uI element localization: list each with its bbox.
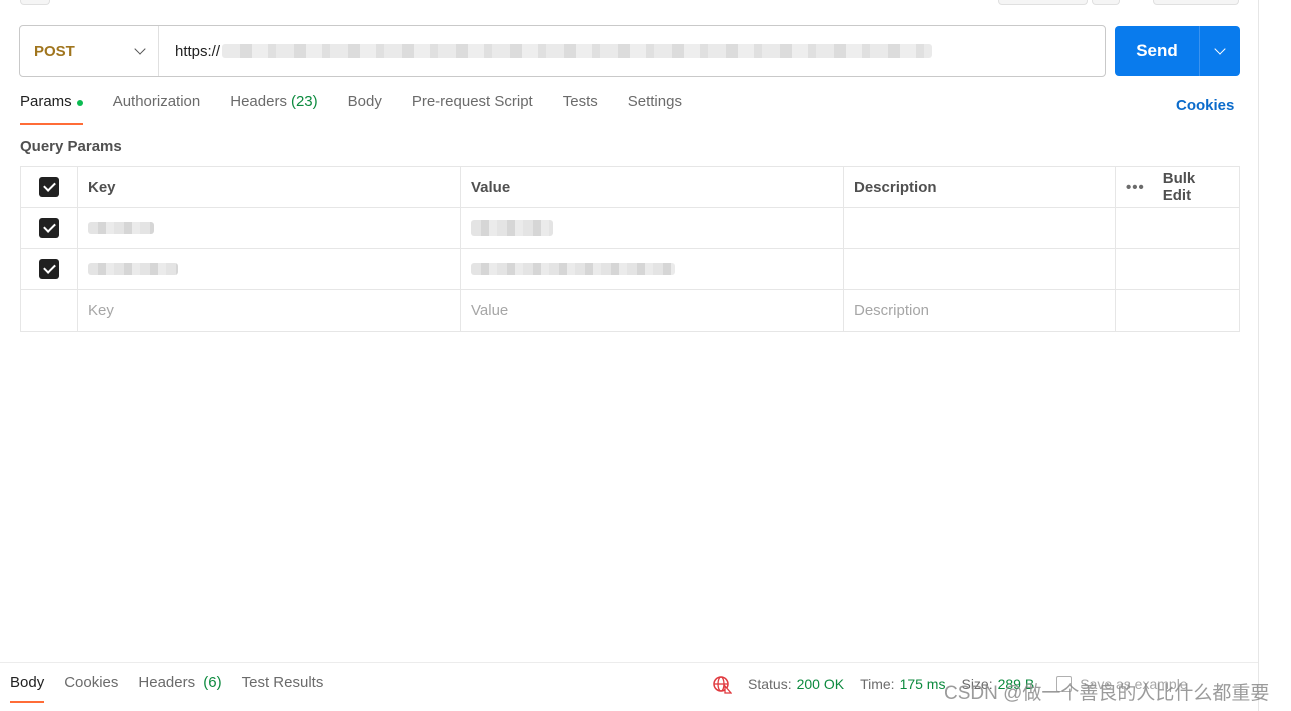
top-toolbar-stub bbox=[1092, 0, 1120, 5]
watermark: CSDN @做一个善良的人比什么都重要 bbox=[944, 683, 1270, 704]
top-toolbar-stub bbox=[20, 0, 50, 5]
redacted-value bbox=[471, 220, 553, 236]
param-value-cell[interactable] bbox=[461, 208, 844, 248]
query-params-table: Key Value Description ••• Bulk Edit Key … bbox=[20, 166, 1240, 332]
tab-label: Authorization bbox=[112, 93, 201, 110]
tab-label: Body bbox=[347, 93, 382, 110]
row-actions-cell bbox=[1116, 208, 1239, 248]
table-actions-cell: ••• Bulk Edit bbox=[1116, 167, 1239, 207]
tab-label: Headers bbox=[138, 674, 196, 691]
tab-pre-request-script[interactable]: Pre-request Script bbox=[412, 93, 533, 125]
column-header-description: Description bbox=[844, 167, 1116, 207]
method-label: POST bbox=[34, 42, 75, 60]
response-tab-headers[interactable]: Headers (6) bbox=[138, 674, 221, 703]
request-tabs: Params Authorization Headers (23) Body Pr… bbox=[20, 93, 712, 125]
tab-params[interactable]: Params bbox=[20, 93, 83, 125]
method-select[interactable]: POST bbox=[20, 26, 159, 76]
chevron-down-icon bbox=[1214, 43, 1226, 55]
row-checkbox-cell bbox=[21, 290, 78, 331]
redacted-value bbox=[471, 263, 675, 275]
tab-label: Headers bbox=[230, 93, 287, 110]
time-value: 175 ms bbox=[899, 676, 946, 692]
send-button-group: Send bbox=[1115, 26, 1240, 76]
tab-label: Tests bbox=[562, 93, 598, 110]
new-description-input[interactable]: Description bbox=[844, 290, 1116, 331]
redacted-url bbox=[222, 44, 933, 58]
top-toolbar-stub bbox=[1153, 0, 1239, 5]
table-header-row: Key Value Description ••• Bulk Edit bbox=[21, 167, 1239, 208]
param-value-cell[interactable] bbox=[461, 249, 844, 289]
param-description-cell[interactable] bbox=[844, 249, 1116, 289]
request-url-bar: POST https:// bbox=[19, 25, 1106, 77]
row-checkbox-cell bbox=[21, 249, 78, 289]
param-key-cell[interactable] bbox=[78, 208, 461, 248]
tab-label: Test Results bbox=[241, 674, 324, 691]
url-input[interactable]: https:// bbox=[159, 26, 1105, 76]
network-globe-icon[interactable] bbox=[712, 674, 732, 694]
row-checkbox-cell bbox=[21, 208, 78, 248]
tab-label: Settings bbox=[627, 93, 682, 110]
send-options-dropdown[interactable] bbox=[1200, 26, 1240, 76]
query-params-title: Query Params bbox=[20, 138, 122, 155]
param-key-cell[interactable] bbox=[78, 249, 461, 289]
tab-body[interactable]: Body bbox=[348, 93, 382, 125]
chevron-down-icon bbox=[134, 43, 146, 55]
row-actions-cell bbox=[1116, 290, 1239, 331]
top-toolbar-stub bbox=[998, 0, 1088, 5]
url-text: https:// bbox=[175, 42, 221, 60]
param-description-cell[interactable] bbox=[844, 208, 1116, 248]
send-button[interactable]: Send bbox=[1115, 26, 1199, 76]
response-tab-cookies[interactable]: Cookies bbox=[64, 674, 118, 703]
redacted-key bbox=[88, 263, 178, 275]
status-label: Status: bbox=[748, 676, 792, 692]
response-tab-body[interactable]: Body bbox=[10, 674, 45, 703]
more-options-icon[interactable]: ••• bbox=[1126, 179, 1145, 196]
table-row bbox=[21, 208, 1239, 249]
header-checkbox-cell bbox=[21, 167, 78, 207]
column-header-key: Key bbox=[78, 167, 461, 207]
row-enable-checkbox[interactable] bbox=[39, 218, 59, 238]
redacted-key bbox=[88, 222, 154, 234]
tab-label: Cookies bbox=[64, 674, 119, 691]
right-divider bbox=[1258, 0, 1259, 711]
tab-label: Params bbox=[20, 93, 72, 110]
tab-settings[interactable]: Settings bbox=[628, 93, 682, 125]
select-all-checkbox[interactable] bbox=[39, 177, 59, 197]
table-row bbox=[21, 249, 1239, 290]
tab-headers[interactable]: Headers (23) bbox=[230, 93, 317, 125]
column-header-value: Value bbox=[461, 167, 844, 207]
new-value-input[interactable]: Value bbox=[461, 290, 844, 331]
tab-label: Body bbox=[10, 674, 45, 691]
params-indicator-dot bbox=[76, 100, 83, 106]
response-divider bbox=[0, 662, 1258, 663]
headers-count: (23) bbox=[290, 93, 318, 110]
new-key-input[interactable]: Key bbox=[78, 290, 461, 331]
row-enable-checkbox[interactable] bbox=[39, 259, 59, 279]
time-label: Time: bbox=[860, 676, 895, 692]
headers-count: (6) bbox=[203, 674, 222, 691]
table-row-new: Key Value Description bbox=[21, 290, 1239, 331]
cookies-link[interactable]: Cookies bbox=[1176, 97, 1234, 114]
bulk-edit-button[interactable]: Bulk Edit bbox=[1163, 170, 1223, 204]
response-tabs: Body Cookies Headers (6) Test Results bbox=[10, 674, 343, 703]
status-value: 200 OK bbox=[796, 676, 845, 692]
tab-label: Pre-request Script bbox=[411, 93, 533, 110]
tab-tests[interactable]: Tests bbox=[563, 93, 598, 125]
row-actions-cell bbox=[1116, 249, 1239, 289]
response-tab-test-results[interactable]: Test Results bbox=[242, 674, 324, 703]
tab-authorization[interactable]: Authorization bbox=[113, 93, 201, 125]
